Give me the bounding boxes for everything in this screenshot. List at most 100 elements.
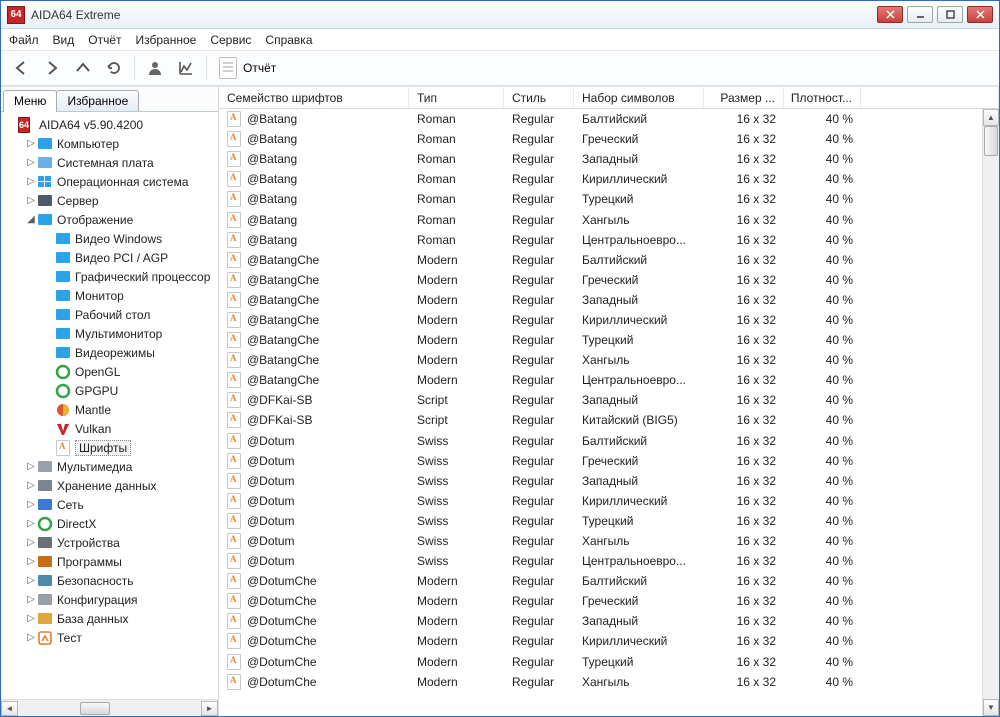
tree-node[interactable]: ▷Системная плата (1, 153, 218, 172)
tree-node[interactable]: ▷Операционная система (1, 172, 218, 191)
forward-button[interactable] (38, 54, 66, 82)
table-row[interactable]: @DotumSwissRegularГреческий16 x 3240 % (219, 451, 999, 471)
twist-icon[interactable]: ▷ (25, 138, 37, 149)
report-button[interactable]: Отчёт (213, 54, 282, 82)
user-button[interactable] (141, 54, 169, 82)
twist-icon[interactable]: ▷ (25, 518, 37, 529)
graph-button[interactable] (172, 54, 200, 82)
scroll-down-icon[interactable]: ▼ (983, 699, 999, 716)
tree-node[interactable]: Vulkan (1, 419, 218, 438)
column-headers[interactable]: Семейство шрифтовТипСтильНабор символовР… (219, 87, 999, 109)
tree-node[interactable]: Графический процессор (1, 267, 218, 286)
table-row[interactable]: @BatangCheModernRegularКириллический16 x… (219, 310, 999, 330)
column-header[interactable]: Плотност... (784, 87, 861, 108)
column-header[interactable]: Размер ... (704, 87, 784, 108)
table-row[interactable]: @DotumCheModernRegularЗападный16 x 3240 … (219, 611, 999, 631)
tree-node[interactable]: ▷Устройства (1, 533, 218, 552)
twist-icon[interactable]: ▷ (25, 556, 37, 567)
minimize-button[interactable] (907, 6, 933, 23)
tree-node[interactable]: ▷Сеть (1, 495, 218, 514)
tree-node[interactable]: ▷База данных (1, 609, 218, 628)
tree-node[interactable]: ▷Сервер (1, 191, 218, 210)
back-button[interactable] (7, 54, 35, 82)
column-header[interactable]: Тип (409, 87, 504, 108)
tree-node[interactable]: Монитор (1, 286, 218, 305)
table-row[interactable]: @DFKai-SBScriptRegularКитайский (BIG5)16… (219, 410, 999, 430)
tree-node[interactable]: Видеорежимы (1, 343, 218, 362)
tree-node[interactable]: Рабочий стол (1, 305, 218, 324)
twist-icon[interactable]: ▷ (25, 461, 37, 472)
twist-icon[interactable]: ▷ (25, 632, 37, 643)
table-row[interactable]: @DotumSwissRegularЗападный16 x 3240 % (219, 471, 999, 491)
tree-node[interactable]: GPGPU (1, 381, 218, 400)
tree-node[interactable]: Шрифты (1, 438, 218, 457)
tab-menu[interactable]: Меню (3, 90, 57, 112)
font-list[interactable]: @BatangRomanRegularБалтийский16 x 3240 %… (219, 109, 999, 716)
table-row[interactable]: @BatangCheModernRegularЦентральноевро...… (219, 370, 999, 390)
scroll-up-icon[interactable]: ▲ (983, 109, 999, 126)
tree-node[interactable]: Мультимонитор (1, 324, 218, 343)
column-header[interactable]: Набор символов (574, 87, 704, 108)
table-row[interactable]: @BatangRomanRegularКириллический16 x 324… (219, 169, 999, 189)
table-row[interactable]: @BatangCheModernRegularТурецкий16 x 3240… (219, 330, 999, 350)
table-row[interactable]: @BatangRomanRegularТурецкий16 x 3240 % (219, 189, 999, 209)
twist-icon[interactable]: ▷ (25, 157, 37, 168)
up-button[interactable] (69, 54, 97, 82)
table-row[interactable]: @BatangRomanRegularЦентральноевро...16 x… (219, 230, 999, 250)
table-row[interactable]: @DotumCheModernRegularБалтийский16 x 324… (219, 571, 999, 591)
tree-node[interactable]: Mantle (1, 400, 218, 419)
table-row[interactable]: @BatangRomanRegularГреческий16 x 3240 % (219, 129, 999, 149)
table-row[interactable]: @DotumSwissRegularХангыль16 x 3240 % (219, 531, 999, 551)
tab-favorites[interactable]: Избранное (56, 90, 139, 111)
table-row[interactable]: @DotumSwissRegularЦентральноевро...16 x … (219, 551, 999, 571)
table-row[interactable]: @DotumCheModernRegularГреческий16 x 3240… (219, 591, 999, 611)
table-row[interactable]: @DotumCheModernRegularХангыль16 x 3240 % (219, 672, 999, 692)
tree-node[interactable]: ▷Компьютер (1, 134, 218, 153)
tree-node[interactable]: ▷Мультимедиа (1, 457, 218, 476)
refresh-button[interactable] (100, 54, 128, 82)
table-row[interactable]: @BatangCheModernRegularЗападный16 x 3240… (219, 290, 999, 310)
tree-hscrollbar[interactable]: ◄ ► (1, 699, 218, 716)
table-row[interactable]: @BatangCheModernRegularБалтийский16 x 32… (219, 250, 999, 270)
hscroll-thumb[interactable] (80, 702, 110, 715)
menu-Справка[interactable]: Справка (265, 33, 312, 47)
tree-node[interactable]: ▷Тест (1, 628, 218, 647)
scroll-left-icon[interactable]: ◄ (1, 701, 18, 716)
tree-node[interactable]: ◢Отображение (1, 210, 218, 229)
table-row[interactable]: @BatangRomanRegularЗападный16 x 3240 % (219, 149, 999, 169)
column-header[interactable]: Семейство шрифтов (219, 87, 409, 108)
twist-icon[interactable]: ▷ (25, 613, 37, 624)
table-row[interactable]: @DotumCheModernRegularКириллический16 x … (219, 631, 999, 651)
nav-tree[interactable]: 64AIDA64 v5.90.4200▷Компьютер▷Системная … (1, 115, 218, 647)
twist-icon[interactable]: ▷ (25, 195, 37, 206)
tree-node[interactable]: ▷DirectX (1, 514, 218, 533)
table-row[interactable]: @DotumSwissRegularБалтийский16 x 3240 % (219, 431, 999, 451)
menu-Вид[interactable]: Вид (53, 33, 75, 47)
scroll-right-icon[interactable]: ► (201, 701, 218, 716)
twist-icon[interactable]: ▷ (25, 499, 37, 510)
menu-Файл[interactable]: Файл (9, 33, 39, 47)
menu-Избранное[interactable]: Избранное (136, 33, 197, 47)
tree-node[interactable]: Видео PCI / AGP (1, 248, 218, 267)
menu-Отчёт[interactable]: Отчёт (88, 33, 121, 47)
close-button-1[interactable] (877, 6, 903, 23)
tree-node[interactable]: ▷Конфигурация (1, 590, 218, 609)
tree-node[interactable]: ▷Хранение данных (1, 476, 218, 495)
table-row[interactable]: @BatangRomanRegularБалтийский16 x 3240 % (219, 109, 999, 129)
tree-node[interactable]: ▷Безопасность (1, 571, 218, 590)
list-vscrollbar[interactable]: ▲ ▼ (982, 109, 999, 716)
twist-icon[interactable]: ▷ (25, 176, 37, 187)
twist-icon[interactable]: ▷ (25, 594, 37, 605)
maximize-button[interactable] (937, 6, 963, 23)
table-row[interactable]: @DFKai-SBScriptRegularЗападный16 x 3240 … (219, 390, 999, 410)
column-header[interactable]: Стиль (504, 87, 574, 108)
tree-node[interactable]: ▷Программы (1, 552, 218, 571)
tree-node[interactable]: 64AIDA64 v5.90.4200 (1, 115, 218, 134)
tree-node[interactable]: OpenGL (1, 362, 218, 381)
tree-node[interactable]: Видео Windows (1, 229, 218, 248)
twist-icon[interactable]: ▷ (25, 575, 37, 586)
twist-icon[interactable]: ▷ (25, 480, 37, 491)
twist-icon[interactable]: ▷ (25, 537, 37, 548)
menu-Сервис[interactable]: Сервис (210, 33, 251, 47)
twist-icon[interactable]: ◢ (25, 214, 37, 225)
